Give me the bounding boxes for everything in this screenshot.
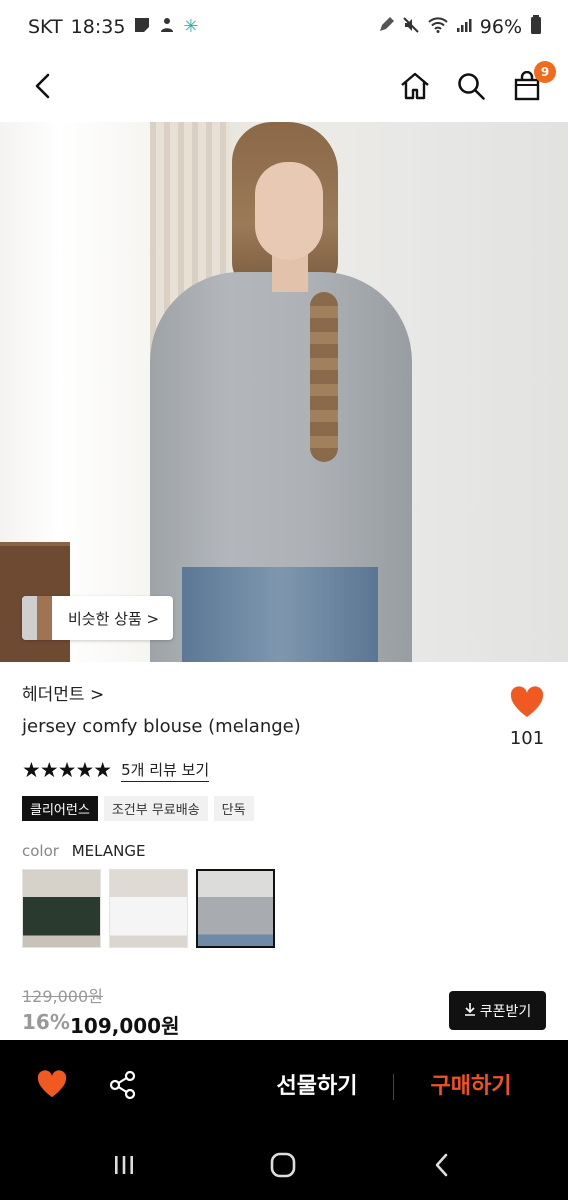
model-face	[255, 162, 323, 260]
discount-rate: 16%	[22, 1010, 70, 1034]
cart-badge: 9	[534, 61, 556, 83]
tag-exclusive: 단독	[213, 796, 254, 821]
home-button[interactable]	[398, 71, 432, 105]
color-value: MELANGE	[71, 842, 146, 860]
home-system-button[interactable]	[263, 1152, 303, 1182]
star-rating-icons: ★★★★★	[22, 758, 112, 782]
brand-link[interactable]: 헤더먼트 >	[22, 680, 104, 705]
recent-apps-button[interactable]	[104, 1152, 144, 1182]
status-left: SKT 18:35 ✳	[28, 16, 199, 38]
like-count: 101	[509, 728, 545, 749]
bar-divider	[393, 1074, 394, 1100]
coupon-label: 쿠폰받기	[479, 1003, 532, 1020]
cart-button[interactable]: 9	[510, 61, 556, 105]
back-button[interactable]	[26, 71, 60, 105]
search-icon	[456, 71, 486, 105]
sticky-note-icon	[133, 16, 151, 38]
color-row: color MELANGE	[22, 842, 145, 860]
original-price: 129,000원	[22, 987, 103, 1006]
clock: 18:35	[70, 16, 126, 38]
chevron-left-icon	[32, 72, 54, 104]
rating-row: ★★★★★ 5개 리뷰 보기	[22, 758, 210, 782]
signal-icon	[456, 17, 472, 37]
download-icon	[464, 1002, 476, 1020]
recent-apps-icon	[112, 1153, 136, 1181]
heart-icon	[509, 686, 545, 722]
home-circle-icon	[270, 1152, 296, 1182]
similar-thumbnails	[22, 596, 52, 640]
carrier: SKT	[28, 16, 63, 38]
tag-clearance: 클리어런스	[22, 796, 98, 821]
battery-icon	[530, 15, 542, 39]
heart-icon	[36, 1070, 68, 1102]
color-swatches	[22, 869, 275, 948]
coupon-button[interactable]: 쿠폰받기	[449, 991, 546, 1030]
buy-button[interactable]: 구매하기	[412, 1068, 530, 1100]
system-back-button[interactable]	[422, 1152, 462, 1182]
model-braid	[310, 292, 338, 462]
wishlist-button[interactable]	[506, 686, 548, 722]
battery-percent: 96%	[479, 16, 522, 38]
swatch-melange[interactable]	[196, 869, 275, 948]
notification-icon	[159, 16, 175, 38]
tag-free-shipping: 조건부 무료배송	[103, 796, 208, 821]
model-jeans	[182, 567, 378, 662]
bottom-like-button[interactable]	[36, 1070, 68, 1102]
color-label: color	[22, 842, 59, 860]
top-nav: 9	[0, 54, 568, 122]
teal-snowflake-icon: ✳	[183, 16, 199, 37]
gift-button[interactable]: 선물하기	[258, 1068, 376, 1100]
back-arrow-icon	[432, 1152, 452, 1182]
product-image[interactable]: 비슷한 상품 >	[0, 122, 568, 662]
search-button[interactable]	[454, 71, 488, 105]
wifi-icon	[428, 17, 448, 37]
similar-products-label: 비슷한 상품 >	[68, 609, 160, 628]
home-icon	[399, 71, 431, 105]
similar-products-button[interactable]: 비슷한 상품 >	[22, 596, 174, 640]
swatch-green[interactable]	[22, 869, 101, 948]
mute-icon	[402, 16, 420, 38]
sale-price: 109,000원	[70, 1014, 180, 1038]
review-link[interactable]: 5개 리뷰 보기	[121, 759, 210, 782]
bottom-action-bar: 선물하기 구매하기	[0, 1040, 568, 1134]
status-right: 96%	[378, 15, 542, 39]
system-nav-bar	[0, 1134, 568, 1200]
edit-icon	[378, 17, 394, 37]
nav-actions: 9	[398, 61, 556, 105]
product-title: jersey comfy blouse (melange)	[22, 716, 301, 737]
tag-list: 클리어런스 조건부 무료배송 단독	[22, 796, 254, 821]
share-button[interactable]	[108, 1070, 138, 1104]
swatch-white[interactable]	[109, 869, 188, 948]
status-bar: SKT 18:35 ✳ 96%	[0, 0, 568, 54]
share-icon	[108, 1070, 138, 1104]
